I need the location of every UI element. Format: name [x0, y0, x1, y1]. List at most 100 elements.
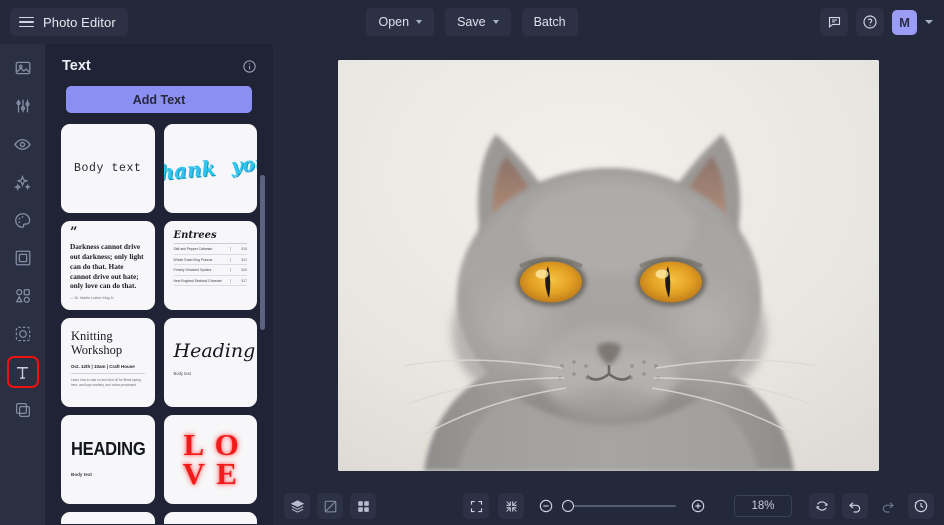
- account-group: M: [820, 8, 936, 36]
- menu-item-name: Freshly Shucked Oysters: [173, 268, 212, 273]
- canvas-area[interactable]: [273, 44, 944, 487]
- menu-item-price: $24: [230, 257, 247, 262]
- template-card-heading-script[interactable]: Heading Body text: [163, 318, 257, 407]
- panel-scrollbar-thumb[interactable]: [260, 175, 265, 330]
- compare-icon: [324, 500, 336, 512]
- bottom-toolbar: 18%: [273, 487, 944, 525]
- zoom-slider-knob[interactable]: [562, 500, 574, 512]
- undo-icon: [849, 502, 861, 513]
- card-body: Body text: [71, 472, 92, 477]
- sidebar-item-frame-tool[interactable]: [9, 244, 37, 272]
- sidebar-item-color-tool[interactable]: [9, 206, 37, 234]
- eye-icon: [14, 138, 31, 150]
- layers-button[interactable]: [284, 493, 310, 519]
- info-button[interactable]: [242, 59, 257, 74]
- redo-icon: [882, 502, 894, 513]
- template-card-menu[interactable]: Entrees Salt and Pepper Calamari $18 Who…: [163, 221, 258, 310]
- artboard[interactable]: [338, 60, 879, 471]
- template-card-thank-you[interactable]: Thank you!: [163, 124, 258, 213]
- text-t-icon: [16, 366, 29, 379]
- history-icon: [914, 499, 928, 513]
- zoom-in-button[interactable]: [685, 493, 711, 519]
- help-button[interactable]: [856, 8, 884, 36]
- history-button[interactable]: [908, 493, 934, 519]
- zoom-out-button[interactable]: [533, 493, 559, 519]
- rotate-button[interactable]: [809, 493, 835, 519]
- batch-label: Batch: [533, 15, 566, 29]
- menu-item-name: Whole Grain King Prawns: [173, 257, 213, 262]
- help-circle-icon: [863, 15, 877, 29]
- card-subtitle: Oct. 12th | 10am | Craft House: [71, 364, 145, 374]
- frame-icon: [15, 250, 30, 266]
- menu-item-name: Salt and Pepper Calamari: [173, 247, 213, 252]
- zoom-level-value[interactable]: 18%: [734, 495, 792, 517]
- add-text-button[interactable]: Add Text: [66, 86, 252, 113]
- batch-button[interactable]: Batch: [521, 8, 578, 36]
- card-art: HEADING Body text: [61, 415, 155, 477]
- quote-mark-icon: ”: [70, 225, 78, 240]
- fit-screen-button[interactable]: [498, 493, 524, 519]
- photo-editor-app: Photo Editor Open Save Batch M Text Add …: [0, 0, 944, 525]
- info-circle-icon: [243, 59, 256, 73]
- sidebar-item-image-tool[interactable]: [9, 54, 37, 82]
- sidebar-item-cutout-tool[interactable]: [9, 320, 37, 348]
- shapes-icon: [15, 289, 30, 303]
- palette-icon: [15, 212, 31, 228]
- comment-button[interactable]: [820, 8, 848, 36]
- template-card-knitting-workshop[interactable]: Knitting Workshop Oct. 12th | 10am | Cra…: [61, 318, 155, 407]
- sidebar-item-shapes-tool[interactable]: [9, 282, 37, 310]
- menu-row: New England Seafood Chowder $17: [173, 276, 247, 287]
- open-button[interactable]: Open: [366, 8, 435, 36]
- card-heading: HEADING: [71, 439, 146, 459]
- sidebar-item-effects-tool[interactable]: [9, 168, 37, 196]
- image-icon: [15, 61, 30, 75]
- tool-rail: [0, 44, 45, 525]
- avatar[interactable]: M: [892, 9, 917, 35]
- menu-row: Whole Grain King Prawns $24: [173, 255, 247, 266]
- card-art: L O V E: [164, 415, 258, 504]
- quote-text: Darkness cannot drive out darkness; only…: [70, 241, 144, 291]
- template-card-heading-bold[interactable]: HEADING Body text: [61, 415, 155, 504]
- menu-row: Freshly Shucked Oysters $26: [173, 265, 247, 276]
- comment-icon: [828, 16, 840, 28]
- chevron-down-icon[interactable]: [925, 20, 933, 24]
- grid-button[interactable]: [350, 493, 376, 519]
- chevron-down-icon: [492, 20, 499, 24]
- zoom-slider-track[interactable]: [562, 500, 676, 512]
- sidebar-item-overlay-tool[interactable]: [9, 396, 37, 424]
- undo-button[interactable]: [842, 493, 868, 519]
- template-card-quote[interactable]: ” Darkness cannot drive out darkness; on…: [61, 221, 155, 310]
- zoom-controls: 18%: [463, 493, 792, 519]
- template-card-partial[interactable]: [163, 512, 257, 524]
- redo-button[interactable]: [875, 493, 901, 519]
- zoom-slider[interactable]: [562, 500, 676, 512]
- menu-item-name: New England Seafood Chowder: [173, 278, 222, 283]
- open-label: Open: [378, 15, 410, 29]
- save-label: Save: [457, 15, 486, 29]
- layers-icon: [290, 499, 304, 513]
- card-body: Body text: [173, 371, 191, 376]
- sidebar-item-text-tool[interactable]: [6, 356, 39, 388]
- template-card-partial[interactable]: [61, 512, 155, 524]
- menu-heading: Entrees: [173, 230, 247, 244]
- sidebar-item-adjust-tool[interactable]: [9, 92, 37, 120]
- top-toolbar: Photo Editor Open Save Batch M: [0, 0, 944, 44]
- overlay-icon: [15, 403, 30, 417]
- sliders-icon: [15, 99, 30, 113]
- minus-circle-icon: [539, 499, 553, 513]
- card-art: Thank you!: [164, 124, 258, 213]
- chevron-down-icon: [416, 20, 423, 24]
- menu-row: Salt and Pepper Calamari $18: [173, 244, 247, 255]
- template-card-love[interactable]: L O V E: [163, 415, 258, 504]
- canvas-photo: [338, 60, 879, 471]
- card-body: Learn how to cast on and bind off for fi…: [71, 378, 141, 387]
- love-letter: E: [216, 455, 237, 491]
- save-button[interactable]: Save: [445, 8, 511, 36]
- card-art: ” Darkness cannot drive out darkness; on…: [61, 221, 155, 308]
- fullscreen-button[interactable]: [463, 493, 489, 519]
- sidebar-item-retouch-tool[interactable]: [9, 130, 37, 158]
- card-line-2: you!: [229, 151, 257, 178]
- template-card-body-text[interactable]: Body text: [61, 124, 155, 213]
- card-art: Entrees Salt and Pepper Calamari $18 Who…: [164, 221, 258, 287]
- compare-button[interactable]: [317, 493, 343, 519]
